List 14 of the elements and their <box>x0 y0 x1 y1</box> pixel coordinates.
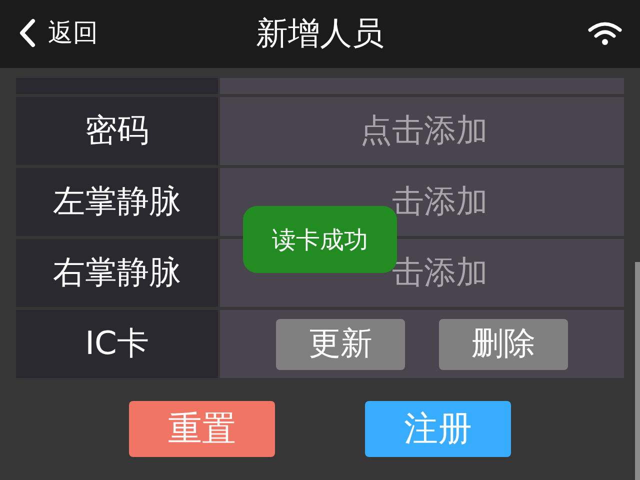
field-label: 右掌静脉 <box>16 239 218 307</box>
field-label: IC卡 <box>16 310 218 378</box>
screen-title: 新增人员 <box>256 13 384 54</box>
card-action-button[interactable]: 删除 <box>439 318 568 370</box>
field-label: 左掌静脉 <box>16 168 218 236</box>
back-icon <box>18 18 36 48</box>
action-button[interactable]: 重置 <box>129 401 275 457</box>
back-button[interactable]: 返回 <box>18 16 98 49</box>
field-label: 密码 <box>16 97 218 165</box>
action-button[interactable]: 注册 <box>365 401 511 457</box>
scrollbar[interactable] <box>635 262 640 480</box>
wifi-icon <box>588 22 622 46</box>
card-action-button[interactable]: 更新 <box>276 318 405 370</box>
add-field[interactable]: 点击添加 <box>220 97 624 165</box>
